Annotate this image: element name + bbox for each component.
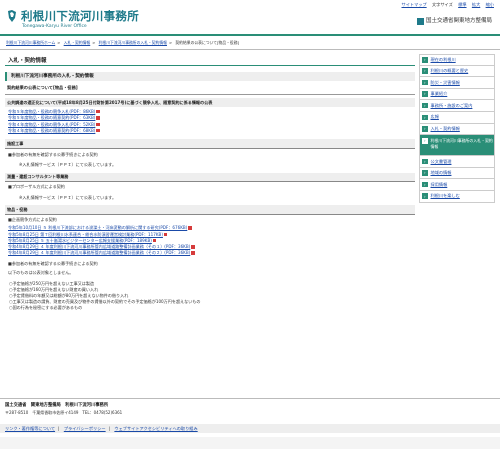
list-item: ○国の行為を秘密にする必要があるもの	[9, 304, 83, 310]
arrow-right-icon: ›	[422, 181, 428, 188]
footer-link-privacy[interactable]: プライバシーポリシー	[64, 426, 106, 431]
site-title[interactable]: 利根川下流河川事務所	[21, 9, 139, 25]
font-size-label: 文字サイズ	[431, 2, 453, 7]
main-content: 入札・契約情報 利根川下流河川事務所の入札・契約情報 契約結果の公表について[物…	[5, 55, 415, 310]
arrow-right-icon: ›	[422, 91, 428, 97]
footer-org: 国土交通省 関東地方整備局 利根川下流河川事務所	[5, 403, 109, 408]
sidebar-item-facilities[interactable]: › 事務所・施設のご案内	[419, 100, 495, 112]
pdf-icon	[96, 122, 100, 127]
conditions-list: ○予定価格が250万円を超えない工事又は製造 ○予定価格が160万円を超えない財…	[5, 281, 415, 311]
construction-note: ※入札情報サービス（ＰＰＩ）にて公表しています。	[19, 162, 117, 168]
footer-link-copyright[interactable]: リンク・著作権等について	[5, 426, 55, 431]
goods-heading: 物品・役務	[5, 205, 415, 215]
sidebar-item-local[interactable]: › 地域の情報	[419, 167, 495, 180]
pdf-icon	[188, 226, 192, 230]
arrow-down-icon: ›	[422, 126, 428, 132]
ministry-label: 国土交通省関東地方整備局	[425, 18, 492, 24]
breadcrumb: 利根川下流河川事務所ホーム > 入札・契約情報 > 利根川下流河川事務所の入札・契約…	[6, 40, 239, 45]
arrow-right-icon: ›	[422, 79, 428, 86]
sidebar-item-current-river[interactable]: › 現在の利根川	[419, 54, 495, 66]
sidebar-nav: › 現在の利根川 › 利根川の概要と歴史 › 防災・災害情報 › 事業紹介 › 事務所・施…	[419, 54, 495, 203]
footer-bottom-band	[0, 437, 500, 449]
construction-heading: 施設工事	[5, 139, 415, 149]
goods-doc-list: 令和5年10月10日 ５ 利根川下流部における浚渫土・河床変動の解析に関する研究…	[5, 225, 415, 256]
sidebar-item-recruit[interactable]: › 採用情報	[419, 179, 495, 191]
goods-item: ■企画競争方式による契約	[8, 216, 57, 222]
page-title: 入札・契約情報	[5, 55, 415, 66]
consulting-heading: 測量・建設コンサルタント等業務	[5, 172, 415, 183]
font-size-standard-link[interactable]: 標準	[458, 2, 466, 7]
page-subtitle: 契約結果の公表について[物品・役務]	[7, 85, 78, 90]
ministry-logo-icon	[416, 18, 424, 26]
divider	[5, 93, 415, 95]
list-item[interactable]: 令和4年8月29日 ４ 年度利根川下流河川事務所管内広域道路整備計画業務（その２…	[5, 250, 415, 256]
arrow-right-icon: ›	[422, 138, 428, 144]
section-title: 利根川下流河川事務所の入札・契約情報	[5, 72, 415, 81]
footer-address: 〒287-8510 千葉県香取市佐原イ4149 TEL：0478(52)6361	[5, 410, 123, 415]
goods-none-text: 以下のものは公表対象としません。	[8, 270, 74, 276]
pdf-icon	[191, 245, 195, 249]
list-item[interactable]: 令和４年度物品・役務の随意契約(PDF：68KB)	[5, 128, 415, 134]
ministry-link[interactable]: 国土交通省関東地方整備局	[416, 18, 492, 26]
arrow-right-icon: ›	[422, 114, 428, 121]
consulting-item: ■プロポーザル方式による契約	[8, 184, 65, 190]
header-divider	[0, 34, 500, 36]
pdf-icon	[152, 238, 157, 243]
public-notice-doc-list: 令和５年度物品・役務の競争入札(PDF：86KB) 令和５年度物品・役務の随意契…	[5, 109, 415, 134]
breadcrumb-home[interactable]: 利根川下流河川事務所ホーム	[6, 40, 55, 45]
arrow-right-icon: ›	[422, 193, 428, 199]
font-size-large-link[interactable]: 拡大	[472, 2, 480, 7]
arrow-right-icon: ›	[422, 68, 428, 74]
sidebar-item-overview[interactable]: › 利根川の概要と歴史	[419, 65, 495, 78]
site-header: 利根川下流河川事務所 Tonegawa-Karyu River Office サ…	[0, 0, 500, 36]
sidebar-item-enjoy[interactable]: › 利根川を楽しむ	[419, 190, 495, 203]
sidebar-item-office-bidding[interactable]: › 利根川下流河川事務所の入札・契約情報	[419, 135, 495, 157]
footer-link-accessibility[interactable]: ウェブサイトアクセシビリティへの取り組み	[114, 426, 197, 431]
sidebar-item-disaster[interactable]: › 防災・災害情報	[419, 77, 495, 89]
construction-item: ■参加者の有無を確認する公募手続きによる契約	[8, 151, 98, 157]
pdf-icon	[96, 116, 100, 120]
sidebar-item-records[interactable]: › 公文書管理	[419, 156, 495, 168]
pdf-icon	[96, 109, 100, 114]
footer-divider	[0, 398, 500, 399]
arrow-right-icon: ›	[422, 57, 428, 63]
consulting-note: ※入札情報サービス（ＰＰＩ）にて公表しています。	[19, 194, 117, 200]
sitemap-link[interactable]: サイトマップ	[402, 2, 427, 7]
pdf-icon	[163, 232, 168, 237]
footer-links: リンク・著作権等について | プライバシーポリシー | ウェブサイトアクセシビリティ…	[5, 426, 198, 431]
public-notice-heading: 公共調達の適正化について(平成18年8月25日付財計第2017号)に基づく競争入…	[5, 98, 415, 107]
arrow-right-icon: ›	[422, 170, 428, 176]
breadcrumb-bidding[interactable]: 入札・契約情報	[64, 40, 91, 45]
arrow-right-icon: ›	[422, 102, 428, 109]
goods-item-2: ■参加者の有無を確認する公募手続きによる契約	[8, 260, 98, 266]
pdf-icon	[191, 251, 195, 255]
breadcrumb-divider	[0, 49, 500, 50]
arrow-right-icon: ›	[422, 158, 428, 165]
site-subtitle: Tonegawa-Karyu River Office	[22, 23, 87, 29]
office-logo-icon	[6, 9, 18, 23]
breadcrumb-current: 契約結果の公表について[物品・役務]	[175, 40, 239, 45]
sidebar-item-projects[interactable]: › 事業紹介	[419, 88, 495, 101]
sidebar-item-bidding[interactable]: › 入札・契約情報	[419, 123, 495, 136]
breadcrumb-office-bidding[interactable]: 利根川下流河川事務所の入札・契約情報	[99, 40, 167, 45]
pdf-icon	[96, 128, 100, 133]
sidebar-item-pr[interactable]: › 広報	[419, 111, 495, 124]
font-size-small-link[interactable]: 縮小	[486, 2, 494, 7]
utility-links: サイトマップ 文字サイズ 標準 拡大 縮小	[398, 2, 495, 8]
